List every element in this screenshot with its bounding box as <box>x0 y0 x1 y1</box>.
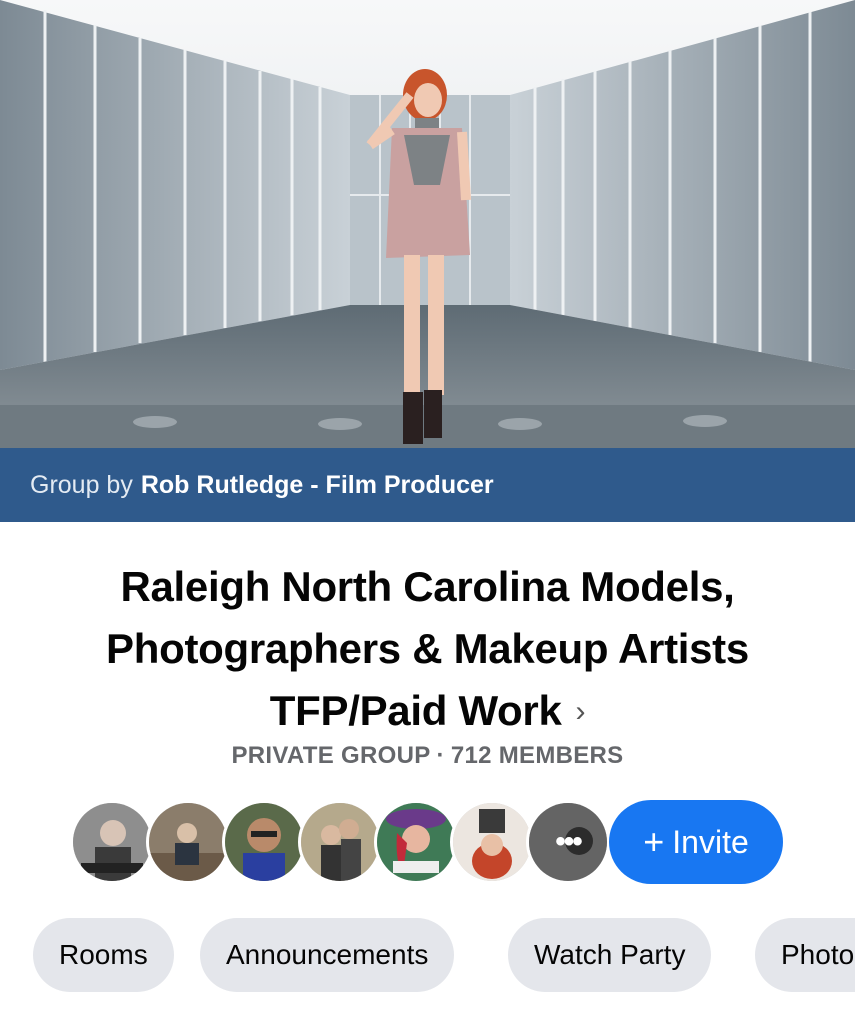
group-tabs: Rooms Announcements Watch Party Photos <box>33 918 855 992</box>
invite-label: Invite <box>672 823 749 860</box>
more-members-icon: ••• <box>555 825 583 858</box>
cover-photo[interactable] <box>0 0 855 448</box>
member-avatar[interactable] <box>298 800 382 884</box>
member-avatar[interactable] <box>146 800 230 884</box>
tab-rooms[interactable]: Rooms <box>33 918 174 992</box>
member-count[interactable]: 712 MEMBERS <box>451 742 624 769</box>
tab-watch-party[interactable]: Watch Party <box>508 918 712 992</box>
group-title-line-3: TFP/Paid Work <box>269 687 562 734</box>
member-avatar-more[interactable]: ••• <box>526 800 610 884</box>
cover-photo-image <box>0 0 855 448</box>
privacy-label: PRIVATE GROUP <box>231 742 431 769</box>
plus-icon: + <box>643 821 665 862</box>
member-avatar[interactable] <box>450 800 534 884</box>
group-title-line-1: Raleigh North Carolina Models, <box>120 563 735 610</box>
invite-button[interactable]: + Invite <box>609 800 783 884</box>
group-owner-name[interactable]: Rob Rutledge - Film Producer <box>141 471 494 500</box>
member-avatar[interactable] <box>374 800 458 884</box>
group-title-line-2: Photographers & Makeup Artists <box>106 625 749 672</box>
group-by-prefix: Group by <box>30 470 133 499</box>
group-meta: PRIVATE GROUP · 712 MEMBERS <box>0 742 855 770</box>
member-avatar[interactable] <box>70 800 154 884</box>
group-title[interactable]: Raleigh North Carolina Models, Photograp… <box>20 556 835 743</box>
tab-photos[interactable]: Photos <box>755 918 855 992</box>
meta-separator: · <box>436 742 445 769</box>
tab-announcements[interactable]: Announcements <box>200 918 455 992</box>
member-avatar[interactable] <box>222 800 306 884</box>
chevron-right-icon[interactable]: › <box>576 681 586 743</box>
group-owner-banner[interactable]: Group by Rob Rutledge - Film Producer <box>0 448 855 522</box>
